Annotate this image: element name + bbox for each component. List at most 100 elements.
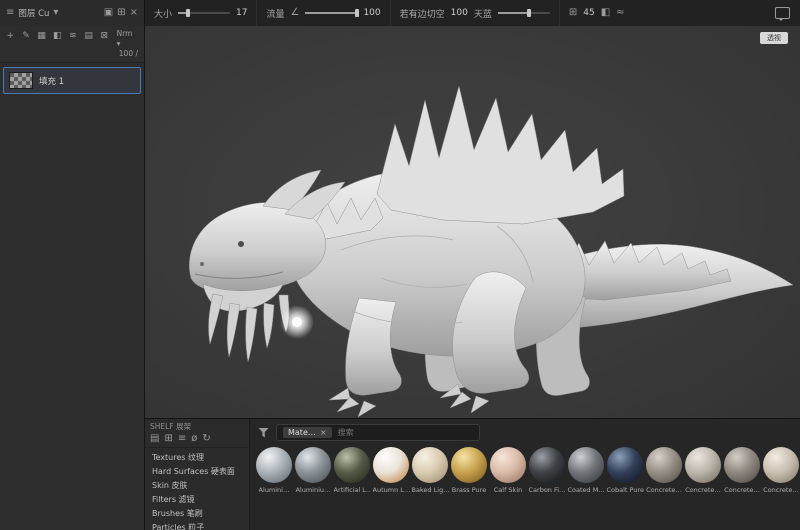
material-item[interactable]: Brass Pure [451,447,487,494]
material-thumbnail[interactable] [607,447,643,483]
search-filter-chip[interactable]: Mate… × [283,427,332,438]
stencil-grid-icon[interactable]: ⊞ [569,8,577,18]
material-item[interactable]: Concrete… [763,447,799,494]
layer-name: 填充 1 [39,76,65,87]
layer-thumbnail[interactable] [9,72,33,90]
dragon-model[interactable] [145,26,800,418]
comment-icon[interactable] [775,7,790,21]
material-label: Alumini… [258,486,290,494]
symmetry-icon[interactable]: ◧ [601,8,610,18]
search-input[interactable]: Mate… × 搜索 [276,424,480,441]
viewport-3d[interactable]: 透视 [145,26,800,418]
eye-off-icon[interactable]: ø [191,434,197,444]
top-toolbar: ≡ 图层 Cu ▾ ▣ ⊞ × 大小 17 流量 ∠ 100 若有边切空 100… [0,0,800,27]
layers-panel-title: 图层 Cu [18,9,50,19]
filter-funnel-icon[interactable] [258,427,269,438]
pen-pressure-icon[interactable]: ∠ [290,8,299,18]
material-item[interactable]: Baked Lig… [412,447,449,494]
material-thumbnail[interactable] [763,447,799,483]
material-thumbnail[interactable] [451,447,487,483]
shelf-category-particles[interactable]: Particles 粒子 [145,520,249,530]
material-item[interactable]: Carbon Fi… [528,447,566,494]
material-thumbnail[interactable] [256,447,292,483]
shelf-category-list: Textures 纹理 Hard Surfaces 硬表面 Skin 皮肤 Fi… [145,450,249,530]
shelf-category-skin[interactable]: Skin 皮肤 [145,478,249,492]
new-resource-icon[interactable]: ⊞ [164,434,172,444]
material-item[interactable]: Artificial L… [333,447,371,494]
material-label: Concrete… [646,486,682,494]
material-thumbnail[interactable] [685,447,721,483]
dragon-eye [238,241,244,247]
viewport-mode-button[interactable]: 透视 [760,32,788,44]
material-item[interactable]: Coated M… [567,447,605,494]
grip-icon: ≡ [6,7,15,18]
effects-icon[interactable]: ≋ [67,29,80,42]
material-thumbnail[interactable] [568,447,604,483]
shelf-toolbar: ▤ ⊞ ≡ ø ↻ [145,433,249,448]
lazy-mouse-icon[interactable]: ≈ [616,8,624,18]
material-thumbnail[interactable] [412,447,448,483]
shelf-panel: SHELF 展架 ▤ ⊞ ≡ ø ↻ Textures 纹理 Hard Surf… [145,418,250,530]
fill-layer-icon[interactable]: ▦ [35,29,48,42]
material-item[interactable]: Aluminiu… [295,447,331,494]
material-item[interactable]: Autumn L… [373,447,410,494]
brush-scatter-control: 若有边切空 100 天蓝 [391,0,560,26]
material-thumbnail[interactable] [295,447,331,483]
brush-flow-control: 流量 ∠ 100 [257,0,391,26]
layer-tools-row: + ✎ ▦ ◧ ≋ ▤ ⊠ Nrm ▾ 100 / [0,26,144,64]
angle-value: 45 [583,8,595,18]
refresh-icon[interactable]: ↻ [202,434,210,444]
search-placeholder: 搜索 [337,428,354,437]
dock-panel-icon[interactable]: ▣ [104,8,113,18]
material-label: Carbon Fi… [528,486,566,494]
material-label: Cobalt Pure [606,486,644,494]
blend-mode-dropdown[interactable]: Nrm ▾ [117,29,138,49]
shelf-category-hard-surfaces[interactable]: Hard Surfaces 硬表面 [145,464,249,478]
chevron-down-icon[interactable]: ▾ [53,8,58,18]
material-thumbnail[interactable] [490,447,526,483]
folder-icon[interactable]: ▤ [82,29,95,42]
material-label: Concrete… [724,486,760,494]
chip-label: Mate… [288,428,316,437]
brush-options-cluster: ⊞ 45 ◧ ≈ [560,0,634,26]
layers-panel: + ✎ ▦ ◧ ≋ ▤ ⊠ Nrm ▾ 100 / 填充 1 [0,26,145,530]
shelf-title: SHELF 展架 [150,422,192,431]
brush-cursor-glow [280,305,314,339]
material-label: Coated M… [567,486,605,494]
flow-slider[interactable] [305,9,360,17]
paint-tool-icon[interactable]: ✎ [20,29,33,42]
material-item[interactable]: Alumini… [256,447,292,494]
add-layer-icon[interactable]: + [4,29,17,42]
blend-opacity-controls: Nrm ▾ 100 / [117,29,140,59]
material-thumbnail[interactable] [724,447,760,483]
material-label: Concrete… [685,486,721,494]
list-view-icon[interactable]: ≡ [178,434,186,444]
close-panel-icon[interactable]: × [130,8,138,18]
material-thumbnail[interactable] [373,447,409,483]
expand-panel-icon[interactable]: ⊞ [117,8,125,18]
material-thumbnail[interactable] [334,447,370,483]
shelf-category-brushes[interactable]: Brushes 笔刷 [145,506,249,520]
material-item[interactable]: Concrete… [724,447,760,494]
material-item[interactable]: Calf Skin [490,447,526,494]
mask-icon[interactable]: ◧ [51,29,64,42]
material-label: Artificial L… [333,486,371,494]
delete-layer-icon[interactable]: ⊠ [98,29,111,42]
angle-slider[interactable] [497,9,550,17]
layer-opacity-field[interactable]: 100 / [119,49,138,59]
size-label: 大小 [154,9,173,20]
material-item[interactable]: Concrete… [685,447,721,494]
material-item[interactable]: Concrete… [646,447,682,494]
size-slider[interactable] [178,9,231,17]
shelf-category-filters[interactable]: Filters 滤镜 [145,492,249,506]
material-thumbnail[interactable] [646,447,682,483]
chip-close-icon[interactable]: × [320,428,327,437]
folder-icon[interactable]: ▤ [150,434,159,444]
material-thumbnail[interactable] [529,447,565,483]
layer-row-fill-1[interactable]: 填充 1 [3,67,141,95]
material-item[interactable]: Cobalt Pure [606,447,644,494]
painter-app: ≡ 图层 Cu ▾ ▣ ⊞ × 大小 17 流量 ∠ 100 若有边切空 100… [0,0,800,530]
material-label: Aluminiu… [295,486,331,494]
shelf-category-textures[interactable]: Textures 纹理 [145,450,249,464]
size-value: 17 [236,8,248,18]
